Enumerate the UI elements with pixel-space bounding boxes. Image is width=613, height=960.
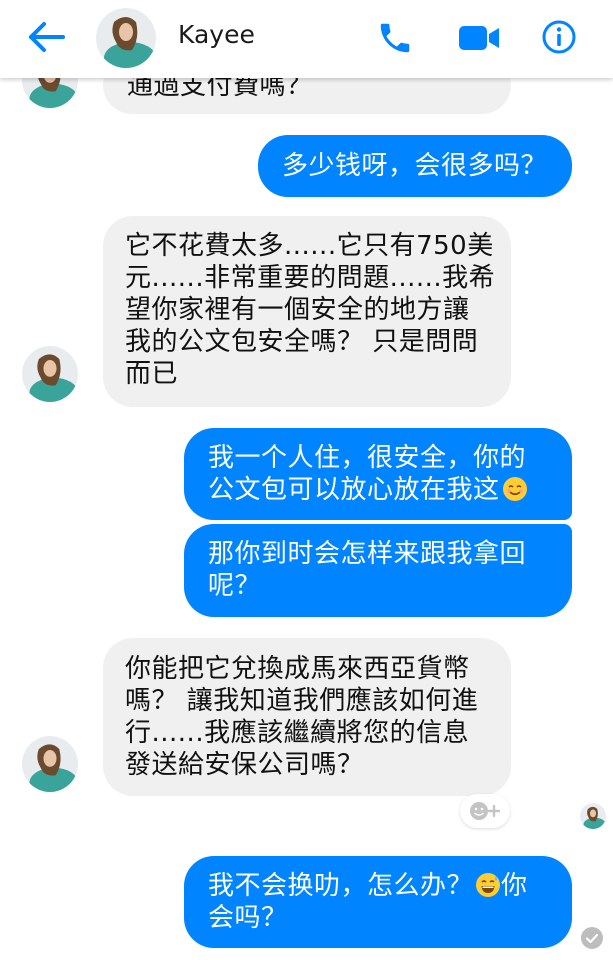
outgoing-message[interactable]: 我不会换叻，怎么办？ 你 会吗？ bbox=[184, 856, 572, 948]
back-button[interactable] bbox=[22, 14, 72, 60]
message-text: 你 bbox=[501, 871, 528, 901]
video-camera-icon bbox=[459, 26, 499, 50]
contact-avatar[interactable] bbox=[96, 8, 156, 68]
delivered-check-icon bbox=[580, 926, 604, 950]
incoming-message[interactable]: 它不花費太多......它只有750美 元......非常重要的問題......… bbox=[103, 216, 511, 407]
outgoing-message[interactable]: 那你到时会怎样来跟我拿回 呢？ bbox=[184, 524, 572, 617]
conversation-header: Kayee bbox=[0, 0, 613, 78]
contact-avatar-small bbox=[22, 346, 78, 402]
message-line: 那你到时会怎样来跟我拿回 bbox=[208, 539, 527, 569]
incoming-message[interactable]: 你能把它兌換成馬來西亞貨幣 嗎？ 讓我知道我們應該如何進 行......我應該繼… bbox=[103, 638, 511, 796]
grinning-sweat-emoji bbox=[476, 873, 501, 897]
read-receipt-avatar bbox=[580, 803, 606, 829]
video-call-button[interactable] bbox=[454, 15, 504, 61]
outgoing-message[interactable]: 多少钱呀，会很多吗？ bbox=[258, 135, 572, 197]
message-line: 你能把它兌換成馬來西亞貨幣 bbox=[125, 654, 470, 684]
message-text: 我不会换叻，怎么办？ bbox=[208, 871, 474, 901]
arrow-left-icon bbox=[29, 22, 65, 52]
message-text: 公文包可以放心放在我这 bbox=[208, 475, 500, 505]
add-reaction-icon bbox=[470, 802, 501, 820]
message-line: 元......非常重要的問題......我希 bbox=[125, 263, 496, 293]
info-icon bbox=[542, 20, 576, 54]
message-line: 多少钱呀，会很多吗？ bbox=[282, 151, 548, 181]
smiling-face-emoji bbox=[502, 477, 527, 501]
message-line: 望你家裡有一個安全的地方讓 bbox=[125, 295, 470, 325]
message-line: 嗎？ 讓我知道我們應該如何進 bbox=[125, 686, 479, 716]
message-line: 行......我應該繼續將您的信息 bbox=[125, 718, 470, 748]
contact-avatar-small bbox=[22, 736, 78, 792]
phone-icon bbox=[380, 23, 410, 53]
message-line: 發送給安保公司嗎？ bbox=[125, 750, 364, 780]
message-line: 公文包可以放心放在我这 bbox=[208, 474, 548, 506]
message-line: 呢？ bbox=[208, 571, 262, 601]
message-line: 会吗？ bbox=[208, 903, 288, 933]
contact-name[interactable]: Kayee bbox=[178, 20, 255, 49]
message-line: 我不会换叻，怎么办？ 你 bbox=[208, 870, 548, 902]
message-line: 而已 bbox=[125, 359, 179, 389]
voice-call-button[interactable] bbox=[372, 15, 418, 61]
add-reaction-button[interactable] bbox=[460, 794, 510, 828]
message-line: 我的公文包安全嗎？ 只是問問 bbox=[125, 327, 479, 357]
message-line: 我一个人住，很安全，你的 bbox=[208, 443, 527, 473]
outgoing-message[interactable]: 我一个人住，很安全，你的 公文包可以放心放在我这 bbox=[184, 428, 572, 520]
info-button[interactable] bbox=[536, 14, 582, 60]
message-line: 它不花費太多......它只有750美 bbox=[125, 231, 494, 261]
